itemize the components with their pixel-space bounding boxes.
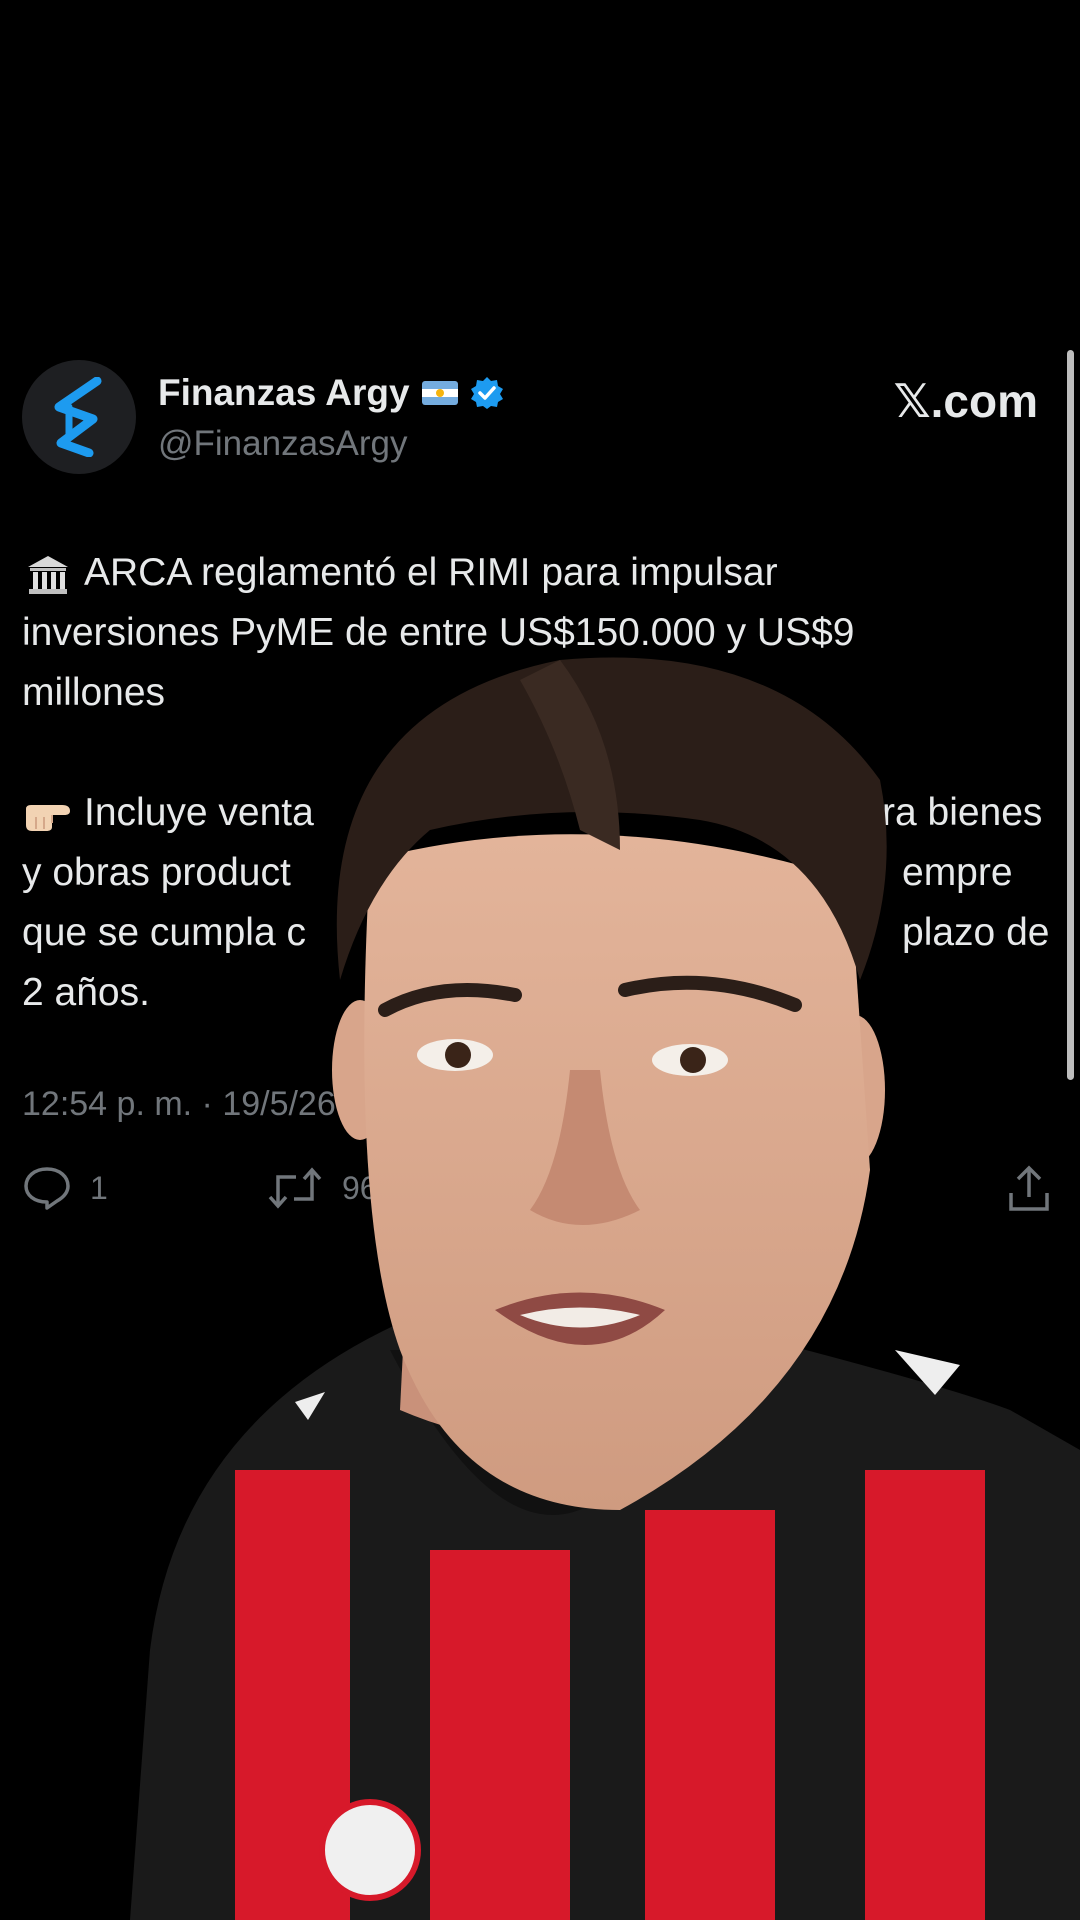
tweet-line-1: ARCA reglamentó el RIMI para impulsar bbox=[84, 551, 778, 594]
verified-badge-icon bbox=[470, 377, 503, 409]
display-name[interactable]: Finanzas Argy bbox=[158, 372, 504, 414]
bank-emoji-icon bbox=[28, 555, 68, 594]
finanzas-logo-icon bbox=[54, 377, 102, 457]
handle[interactable]: @FinanzasArgy bbox=[158, 424, 408, 464]
display-name-text: Finanzas Argy bbox=[158, 372, 410, 413]
presenter-image bbox=[130, 657, 1080, 1920]
argentina-flag-icon bbox=[421, 381, 458, 405]
x-com-watermark: 𝕏.com bbox=[893, 375, 1038, 427]
avatar[interactable] bbox=[22, 360, 136, 474]
video-frame: Finanzas Argy @FinanzasArgy 𝕏.com ARCA r… bbox=[0, 0, 1080, 1920]
